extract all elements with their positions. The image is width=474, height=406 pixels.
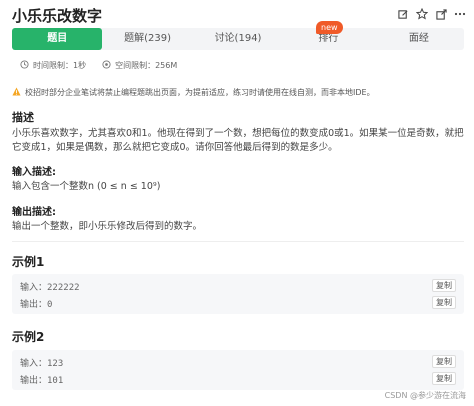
copy-output-button[interactable]: 复制 — [432, 296, 456, 309]
warning-icon — [12, 86, 21, 98]
tab-interview[interactable]: 面经 — [374, 28, 464, 50]
tab-discussion[interactable]: 讨论(194) — [193, 28, 283, 50]
output-label: 输出： — [20, 376, 48, 386]
tab-problem[interactable]: 题目 — [12, 28, 103, 50]
input-desc-text: 输入包含一个整数n (0 ≤ n ≤ 10⁹) — [12, 181, 161, 192]
tab-solutions[interactable]: 题解(239) — [102, 28, 192, 50]
example-2-box: 输入：123 输出：101 复制 复制 — [12, 350, 464, 390]
watermark: CSDN @参少游在流海 — [384, 391, 466, 400]
input-label: 输入： — [20, 359, 48, 369]
copy-output-button[interactable]: 复制 — [432, 372, 456, 385]
copy-input-button[interactable]: 复制 — [432, 355, 456, 368]
description-text: 小乐乐喜欢数字，尤其喜欢0和1。他现在得到了一个数，想把每位的数变成0或1。如果… — [12, 128, 464, 153]
example-1-box: 输入：222222 输出：0 复制 复制 — [12, 274, 464, 314]
notice-text: 校招时部分企业笔试将禁止编程题跳出页面，为提前适应，练习时请使用在线自测，而非本… — [25, 87, 375, 97]
copy-input-button[interactable]: 复制 — [432, 279, 456, 292]
clock-icon — [20, 60, 29, 71]
input-value: 222222 — [47, 283, 80, 293]
example-1-input: 输入：222222 — [20, 280, 80, 293]
edit-icon[interactable] — [397, 8, 409, 20]
time-limit-text: 时间限制：1秒 — [33, 61, 87, 70]
example-2-output: 输出：101 — [20, 373, 63, 386]
share-icon[interactable] — [435, 8, 447, 20]
output-desc-text: 输出一个整数，即小乐乐修改后得到的数字。 — [12, 221, 203, 232]
example-1-title: 示例1 — [12, 255, 45, 269]
limits: 时间限制：1秒 空间限制：256M — [20, 60, 177, 71]
output-value: 0 — [47, 300, 53, 310]
example-1-output: 输出：0 — [20, 297, 52, 310]
input-value: 123 — [47, 359, 64, 369]
space-limit: 空间限制：256M — [102, 60, 177, 71]
header: 小乐乐改数字 — [0, 0, 474, 28]
example-2-title: 示例2 — [12, 330, 45, 344]
description-title: 描述 — [12, 111, 34, 124]
time-limit: 时间限制：1秒 — [20, 60, 86, 71]
memory-icon — [102, 60, 111, 71]
notice-bar: 校招时部分企业笔试将禁止编程题跳出页面，为提前适应，练习时请使用在线自测，而非本… — [12, 85, 464, 99]
example-2-input: 输入：123 — [20, 356, 63, 369]
header-actions — [397, 8, 466, 20]
tab-bar: 题目 题解(239) 讨论(194) 排行 面经 — [12, 28, 464, 50]
space-limit-text: 空间限制：256M — [115, 61, 178, 70]
input-label: 输入： — [20, 283, 48, 293]
more-icon[interactable] — [454, 8, 466, 20]
output-label: 输出： — [20, 300, 48, 310]
divider — [12, 241, 464, 242]
output-desc-title: 输出描述: — [12, 207, 56, 218]
input-desc-title: 输入描述: — [12, 167, 56, 178]
output-value: 101 — [47, 376, 64, 386]
star-icon[interactable] — [416, 8, 428, 20]
problem-title: 小乐乐改数字 — [12, 7, 103, 25]
new-badge: new — [316, 21, 343, 34]
